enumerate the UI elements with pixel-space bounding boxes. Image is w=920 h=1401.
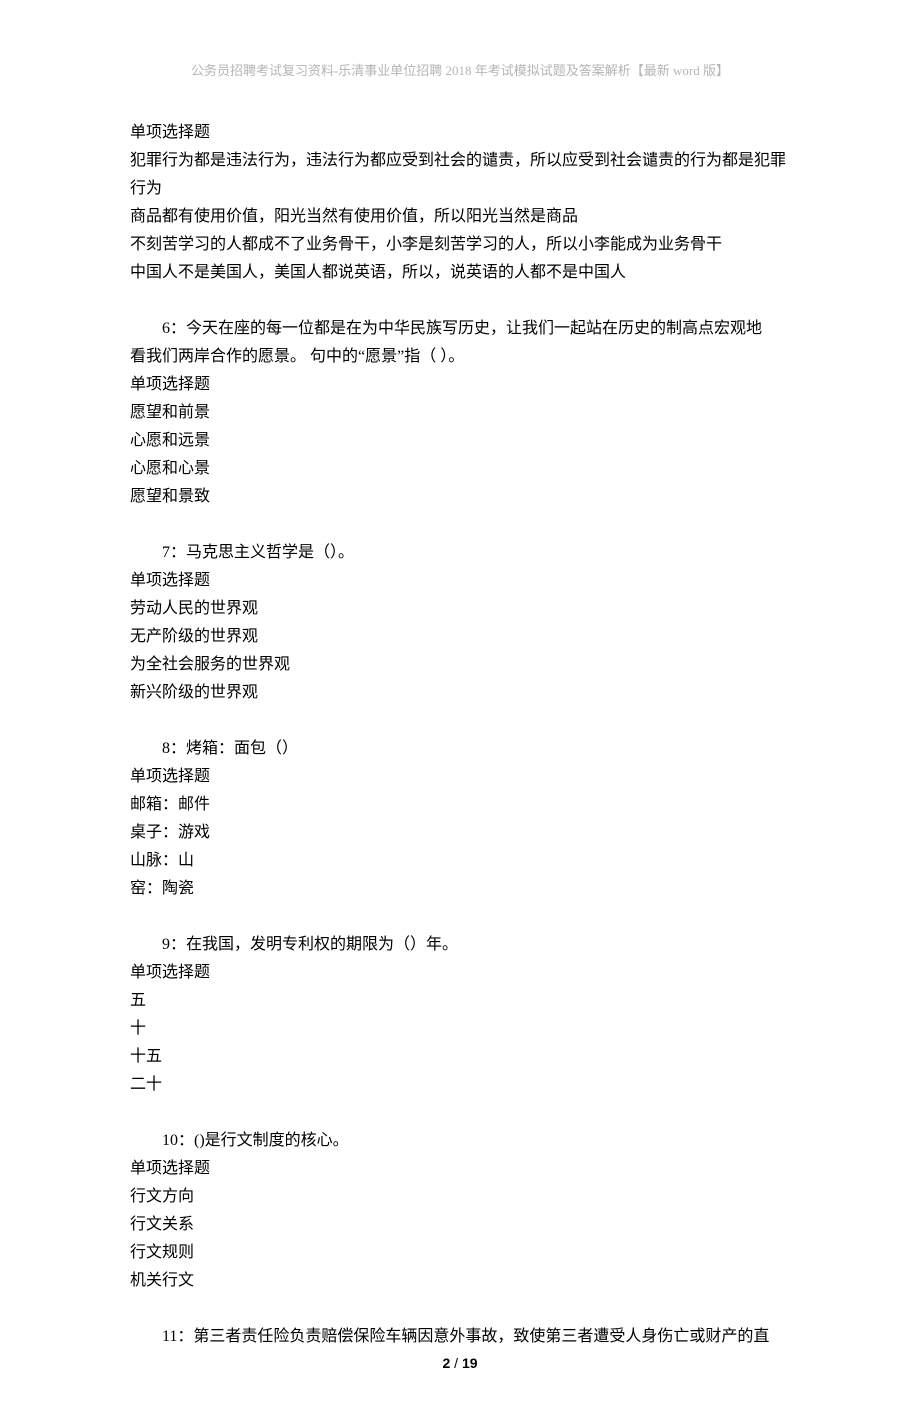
answer-option: 五 — [130, 987, 790, 1015]
paragraph-gap — [130, 511, 790, 539]
answer-option: 桌子：游戏 — [130, 819, 790, 847]
answer-option: 中国人不是美国人，美国人都说英语，所以，说英语的人都不是中国人 — [130, 259, 790, 287]
question-stem: 9：在我国，发明专利权的期限为（）年。 — [130, 931, 790, 959]
question-stem: 6：今天在座的每一位都是在为中华民族写历史，让我们一起站在历史的制高点宏观地 — [130, 315, 790, 343]
document-page: 公务员招聘考试复习资料-乐清事业单位招聘 2018 年考试模拟试题及答案解析【最… — [0, 0, 920, 1401]
page-number-total: 19 — [462, 1355, 478, 1371]
answer-option: 行文规则 — [130, 1239, 790, 1267]
answer-option: 无产阶级的世界观 — [130, 623, 790, 651]
page-number-separator: / — [450, 1355, 462, 1371]
question-type-label: 单项选择题 — [130, 763, 790, 791]
page-footer: 2 / 19 — [0, 1355, 920, 1371]
question-type-label: 单项选择题 — [130, 371, 790, 399]
answer-option: 犯罪行为都是违法行为，违法行为都应受到社会的谴责，所以应受到社会谴责的行为都是犯… — [130, 147, 790, 203]
answer-option: 邮箱：邮件 — [130, 791, 790, 819]
question-type-label: 单项选择题 — [130, 959, 790, 987]
answer-option: 愿望和景致 — [130, 483, 790, 511]
page-number-current: 2 — [442, 1355, 450, 1371]
paragraph-gap — [130, 287, 790, 315]
question-stem: 7：马克思主义哲学是（）。 — [130, 539, 790, 567]
answer-option: 不刻苦学习的人都成不了业务骨干，小李是刻苦学习的人，所以小李能成为业务骨干 — [130, 231, 790, 259]
question-stem: 11：第三者责任险负责赔偿保险车辆因意外事故，致使第三者遭受人身伤亡或财产的直 — [130, 1323, 790, 1351]
answer-option: 窑：陶瓷 — [130, 875, 790, 903]
document-body: 单项选择题 犯罪行为都是违法行为，违法行为都应受到社会的谴责，所以应受到社会谴责… — [130, 119, 790, 1351]
page-header: 公务员招聘考试复习资料-乐清事业单位招聘 2018 年考试模拟试题及答案解析【最… — [130, 60, 790, 79]
answer-option: 新兴阶级的世界观 — [130, 679, 790, 707]
question-stem: 10：()是行文制度的核心。 — [130, 1127, 790, 1155]
answer-option: 商品都有使用价值，阳光当然有使用价值，所以阳光当然是商品 — [130, 203, 790, 231]
answer-option: 行文关系 — [130, 1211, 790, 1239]
answer-option: 十五 — [130, 1043, 790, 1071]
answer-option: 行文方向 — [130, 1183, 790, 1211]
answer-option: 十 — [130, 1015, 790, 1043]
question-stem: 8：烤箱：面包（） — [130, 735, 790, 763]
question-type-label: 单项选择题 — [130, 119, 790, 147]
answer-option: 愿望和前景 — [130, 399, 790, 427]
paragraph-gap — [130, 1099, 790, 1127]
answer-option: 心愿和远景 — [130, 427, 790, 455]
question-type-label: 单项选择题 — [130, 1155, 790, 1183]
paragraph-gap — [130, 903, 790, 931]
paragraph-gap — [130, 707, 790, 735]
answer-option: 二十 — [130, 1071, 790, 1099]
answer-option: 机关行文 — [130, 1267, 790, 1295]
answer-option: 劳动人民的世界观 — [130, 595, 790, 623]
paragraph-gap — [130, 1295, 790, 1323]
question-stem-continued: 看我们两岸合作的愿景。 句中的“愿景”指（ ）。 — [130, 343, 790, 371]
answer-option: 为全社会服务的世界观 — [130, 651, 790, 679]
answer-option: 山脉：山 — [130, 847, 790, 875]
question-type-label: 单项选择题 — [130, 567, 790, 595]
answer-option: 心愿和心景 — [130, 455, 790, 483]
